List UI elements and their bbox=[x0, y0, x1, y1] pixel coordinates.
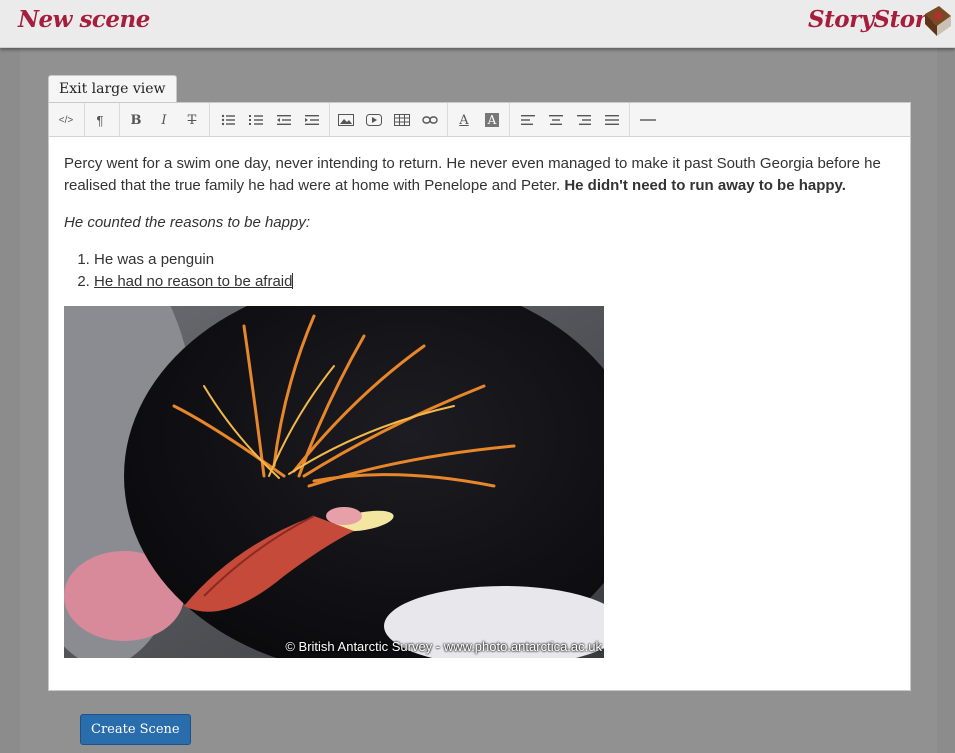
video-icon[interactable] bbox=[361, 108, 387, 132]
penguin-photo[interactable]: © British Antarctic Survey - www.photo.a… bbox=[64, 306, 604, 658]
text-cursor bbox=[292, 273, 294, 289]
story-paragraph-bold: He didn't need to run away to be happy. bbox=[564, 177, 846, 194]
paragraph-icon[interactable]: ¶ bbox=[87, 108, 113, 132]
background-color-icon[interactable]: A bbox=[479, 108, 505, 132]
italic-icon[interactable]: I bbox=[151, 108, 177, 132]
html-icon[interactable]: </> bbox=[53, 108, 79, 132]
outdent-icon[interactable] bbox=[271, 108, 297, 132]
table-icon[interactable] bbox=[389, 108, 415, 132]
list-item-text: He had no reason to be afraid bbox=[94, 273, 293, 290]
link-icon[interactable] bbox=[417, 108, 443, 132]
align-center-icon[interactable] bbox=[543, 108, 569, 132]
exit-large-view-button[interactable]: Exit large view bbox=[48, 75, 177, 102]
list-item: He was a penguin bbox=[94, 249, 894, 271]
create-scene-button[interactable]: Create Scene bbox=[80, 714, 191, 745]
book-logo-icon[interactable] bbox=[921, 4, 953, 40]
align-right-icon[interactable] bbox=[571, 108, 597, 132]
align-left-icon[interactable] bbox=[515, 108, 541, 132]
indent-icon[interactable] bbox=[299, 108, 325, 132]
top-bar: New scene StoryStore bbox=[0, 0, 955, 48]
bold-icon[interactable]: B bbox=[123, 108, 149, 132]
toolbar-divider bbox=[209, 103, 210, 136]
justify-icon[interactable] bbox=[599, 108, 625, 132]
unordered-list-icon[interactable] bbox=[215, 108, 241, 132]
story-paragraph: Percy went for a swim one day, never int… bbox=[64, 153, 894, 197]
story-italic-paragraph: He counted the reasons to be happy: bbox=[64, 212, 894, 234]
strikethrough-icon[interactable]: T bbox=[179, 108, 205, 132]
toolbar-divider bbox=[329, 103, 330, 136]
toolbar-divider bbox=[119, 103, 120, 136]
editor-toolbar: </> ¶ B I T A A bbox=[49, 103, 910, 137]
reasons-list: He was a penguin He had no reason to be … bbox=[64, 249, 894, 293]
toolbar-divider bbox=[447, 103, 448, 136]
page-title: New scene bbox=[18, 6, 150, 33]
editor-body[interactable]: Percy went for a swim one day, never int… bbox=[64, 153, 894, 308]
list-item: He had no reason to be afraid bbox=[94, 271, 894, 293]
font-color-icon[interactable]: A bbox=[451, 108, 477, 132]
toolbar-divider bbox=[509, 103, 510, 136]
image-credit: © British Antarctic Survey - www.photo.a… bbox=[285, 639, 602, 654]
horizontal-rule-icon[interactable] bbox=[635, 108, 661, 132]
story-italic-text: He counted the reasons to be happy: bbox=[64, 214, 311, 231]
toolbar-divider bbox=[84, 103, 85, 136]
toolbar-divider bbox=[629, 103, 630, 136]
ordered-list-icon[interactable] bbox=[243, 108, 269, 132]
image-icon[interactable] bbox=[333, 108, 359, 132]
